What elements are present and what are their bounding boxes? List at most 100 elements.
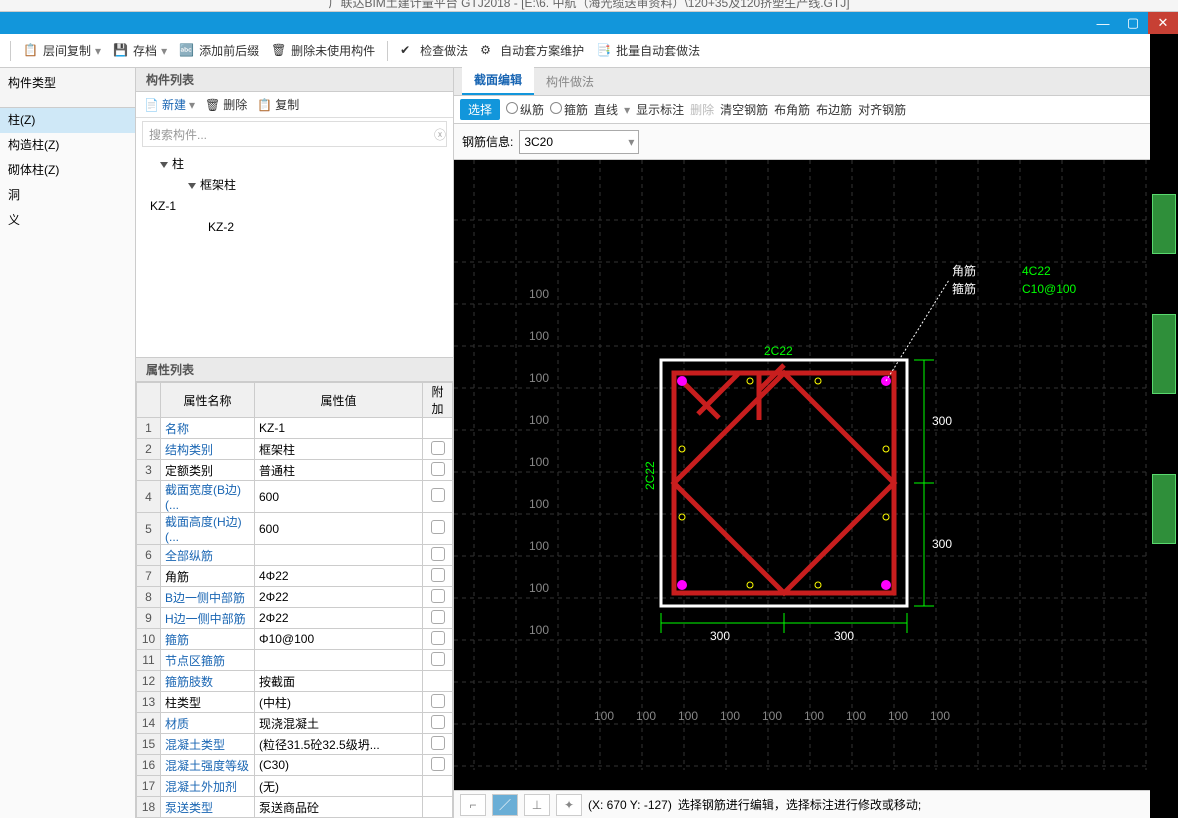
table-row[interactable]: 12箍筋肢数按截面 — [137, 671, 453, 692]
app-title: 广联达BIM土建计量平台 GTJ2018 - [E:\6. 中航（海光缆送审资料… — [328, 0, 849, 11]
table-row[interactable]: 17混凝土外加剂(无) — [137, 776, 453, 797]
rebar-info-bar: 钢筋信息: 3C20▾ — [454, 124, 1150, 160]
table-row[interactable]: 7角筋4Φ22 — [137, 566, 453, 587]
check-icon: ✔ — [400, 43, 416, 59]
table-row[interactable]: 15混凝土类型(粒径31.5砼32.5级坍... — [137, 734, 453, 755]
svg-text:100: 100 — [529, 371, 549, 385]
close-button[interactable]: ✕ — [1148, 12, 1178, 34]
show-label-tool[interactable]: 显示标注 — [636, 101, 684, 118]
left-item[interactable]: 柱(Z) — [0, 108, 135, 133]
svg-text:100: 100 — [529, 539, 549, 553]
window-titlebar: — ▢ ✕ — [0, 12, 1178, 34]
canvas-svg: 角筋 箍筋 4C22 C10@100 2C22 2C22 300 300 300… — [454, 160, 1150, 770]
gear-icon: ⚙ — [480, 43, 496, 59]
svg-text:100: 100 — [720, 709, 740, 723]
del-unused-button[interactable]: 🗑删除未使用构件 — [267, 40, 379, 61]
svg-text:100: 100 — [888, 709, 908, 723]
svg-text:100: 100 — [529, 413, 549, 427]
delete-button[interactable]: 🗑删除 — [205, 96, 247, 113]
minimize-button[interactable]: — — [1088, 12, 1118, 34]
table-row[interactable]: 14材质现浇混凝土 — [137, 713, 453, 734]
copy-icon: 📋 — [257, 98, 272, 112]
prefix-icon: 🔤 — [179, 43, 195, 59]
svg-text:300: 300 — [834, 629, 854, 643]
copy-button[interactable]: 📋复制 — [257, 96, 299, 113]
table-row[interactable]: 13柱类型(中柱) — [137, 692, 453, 713]
table-row[interactable]: 1名称KZ-1 — [137, 418, 453, 439]
left-item[interactable]: 构造柱(Z) — [0, 133, 135, 158]
batch-icon: 📑 — [596, 43, 612, 59]
search-clear-icon[interactable]: ⓧ — [434, 126, 446, 143]
status-coord: (X: 670 Y: -127) — [588, 798, 672, 812]
maximize-button[interactable]: ▢ — [1118, 12, 1148, 34]
ribbon-toolbar: 📋层间复制 ▾ 💾存档 ▾ 🔤添加前后缀 🗑删除未使用构件 ✔检查做法 ⚙自动套… — [0, 34, 1150, 68]
select-tool[interactable]: 选择 — [460, 99, 500, 120]
delete-icon: 🗑 — [205, 98, 220, 112]
edge-rebar-tool[interactable]: 布边筋 — [816, 101, 852, 118]
sb-btn-4[interactable]: ✦ — [556, 794, 582, 816]
svg-text:100: 100 — [846, 709, 866, 723]
tree-item-kz2[interactable]: KZ-2 — [144, 217, 447, 238]
component-tree: 柱 框架柱 KZ-1 KZ-2 — [136, 150, 453, 242]
svg-text:100: 100 — [529, 455, 549, 469]
table-row[interactable]: 4截面宽度(B边)(...600 — [137, 481, 453, 513]
stirrup-radio[interactable]: 箍筋 — [550, 101, 588, 118]
layer-copy-icon: 📋 — [23, 43, 39, 59]
check-button[interactable]: ✔检查做法 — [396, 40, 472, 61]
rebar-info-input[interactable]: 3C20▾ — [519, 130, 639, 154]
table-row[interactable]: 9H边一侧中部筋2Φ22 — [137, 608, 453, 629]
table-row[interactable]: 8B边一侧中部筋2Φ22 — [137, 587, 453, 608]
svg-text:300: 300 — [932, 537, 952, 551]
table-row[interactable]: 3定额类别普通柱 — [137, 460, 453, 481]
tree-sub[interactable]: 框架柱 — [144, 175, 447, 196]
status-hint: 选择钢筋进行编辑，选择标注进行修改或移动; — [678, 796, 921, 813]
tree-root[interactable]: 柱 — [144, 154, 447, 175]
svg-text:100: 100 — [529, 581, 549, 595]
del-tool[interactable]: 删除 — [690, 101, 714, 118]
table-row[interactable]: 2结构类别框架柱 — [137, 439, 453, 460]
svg-text:300: 300 — [932, 414, 952, 428]
svg-text:箍筋: 箍筋 — [952, 281, 976, 296]
component-type-header: 构件类型 — [0, 68, 135, 108]
svg-text:100: 100 — [594, 709, 614, 723]
search-input[interactable]: 搜索构件...ⓧ — [142, 121, 447, 147]
chevron-down-icon[interactable]: ▾ — [628, 135, 634, 149]
component-list-title: 构件列表 — [136, 68, 453, 92]
table-row[interactable]: 5截面高度(H边)(...600 — [137, 513, 453, 545]
table-row[interactable]: 11节点区箍筋 — [137, 650, 453, 671]
tab-method[interactable]: 构件做法 — [534, 68, 606, 95]
add-prefix-button[interactable]: 🔤添加前后缀 — [175, 40, 263, 61]
long-rebar-radio[interactable]: 纵筋 — [506, 101, 544, 118]
table-row[interactable]: 10箍筋Φ10@100 — [137, 629, 453, 650]
attribute-list-title: 属性列表 — [136, 358, 453, 382]
svg-text:2C22: 2C22 — [764, 344, 793, 358]
tree-item-kz1[interactable]: KZ-1 — [144, 196, 447, 217]
left-item[interactable]: 砌体柱(Z) — [0, 158, 135, 183]
svg-text:2C22: 2C22 — [643, 461, 657, 490]
svg-text:100: 100 — [678, 709, 698, 723]
layer-copy-button[interactable]: 📋层间复制 ▾ — [19, 40, 105, 61]
tab-section-edit[interactable]: 截面编辑 — [462, 66, 534, 95]
sb-btn-3[interactable]: ⊥ — [524, 794, 550, 816]
corner-rebar-tool[interactable]: 布角筋 — [774, 101, 810, 118]
delete-icon: 🗑 — [271, 43, 287, 59]
table-row[interactable]: 18泵送类型泵送商品砼 — [137, 797, 453, 818]
auto-maintain-button[interactable]: ⚙自动套方案维护 — [476, 40, 588, 61]
svg-text:100: 100 — [529, 329, 549, 343]
align-rebar-tool[interactable]: 对齐钢筋 — [858, 101, 906, 118]
clear-rebar-tool[interactable]: 清空钢筋 — [720, 101, 768, 118]
left-item[interactable]: 洞 — [0, 183, 135, 208]
left-item[interactable]: 义 — [0, 208, 135, 233]
table-row[interactable]: 6全部纵筋 — [137, 545, 453, 566]
background-viewport — [1150, 34, 1178, 818]
svg-text:100: 100 — [804, 709, 824, 723]
new-button[interactable]: 📄新建 ▾ — [144, 96, 195, 113]
save-button[interactable]: 💾存档 ▾ — [109, 40, 171, 61]
component-type-panel: 构件类型 柱(Z)构造柱(Z)砌体柱(Z)洞义 — [0, 68, 136, 818]
table-row[interactable]: 16混凝土强度等级(C30) — [137, 755, 453, 776]
sb-btn-1[interactable]: ⌐ — [460, 794, 486, 816]
section-canvas[interactable]: 角筋 箍筋 4C22 C10@100 2C22 2C22 300 300 300… — [454, 160, 1150, 790]
line-tool[interactable]: 直线 — [594, 101, 618, 118]
batch-auto-button[interactable]: 📑批量自动套做法 — [592, 40, 704, 61]
sb-btn-2[interactable]: ／ — [492, 794, 518, 816]
